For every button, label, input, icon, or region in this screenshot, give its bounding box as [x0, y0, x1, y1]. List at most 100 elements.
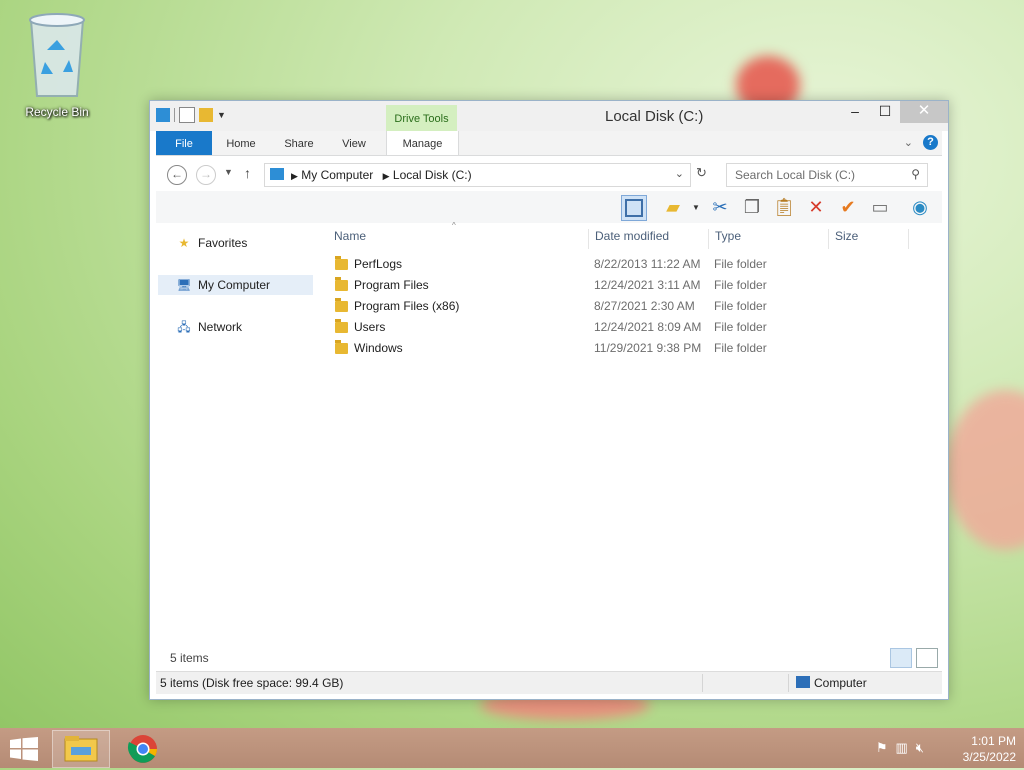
recent-locations-icon[interactable]: ▼ [224, 167, 233, 177]
file-list: ^ Name Date modified Type Size PerfLogs … [330, 221, 942, 643]
qat-divider [174, 108, 175, 122]
tab-home[interactable]: Home [220, 131, 262, 155]
taskbar-chrome[interactable] [114, 730, 172, 768]
delete-icon[interactable]: ✕ [804, 195, 828, 219]
chevron-down-icon[interactable]: ⌄ [904, 136, 913, 149]
items-count: 5 items [170, 651, 209, 665]
cut-icon[interactable]: ✂ [708, 195, 732, 219]
file-date: 8/27/2021 2:30 AM [594, 299, 695, 313]
table-row[interactable]: Windows 11/29/2021 9:38 PM File folder [330, 338, 930, 359]
column-type[interactable]: Type [708, 229, 829, 249]
status-divider [788, 674, 789, 692]
nav-my-computer-label: My Computer [198, 278, 271, 292]
details-view-icon[interactable] [890, 648, 912, 668]
checkmark-icon[interactable]: ✔ [836, 195, 860, 219]
taskbar-file-explorer[interactable] [52, 730, 110, 768]
windows-start-icon[interactable] [10, 737, 38, 761]
search-placeholder: Search Local Disk (C:) [735, 168, 856, 182]
close-button[interactable]: ✕ [900, 101, 948, 123]
globe-icon[interactable]: ◉ [908, 195, 932, 219]
network-status-icon[interactable]: ▥ [896, 740, 908, 756]
copy-icon[interactable]: ❐ [740, 195, 764, 219]
taskbar: ⚑ ▥ 🔇︎ 1:01 PM 3/25/2022 [0, 728, 1024, 768]
title-bar[interactable]: ▼ Drive Tools Local Disk (C:) – ☐ ✕ [150, 101, 948, 131]
file-date: 12/24/2021 8:09 AM [594, 320, 702, 334]
bg-flower-right [946, 390, 1024, 550]
table-row[interactable]: PerfLogs 8/22/2013 11:22 AM File folder [330, 254, 930, 275]
properties-icon[interactable] [179, 107, 195, 123]
dropdown-icon[interactable]: ▼ [692, 203, 700, 212]
recycle-bin-icon [29, 13, 85, 97]
command-toolbar: ▰ ▼ ✂ ❐ 📋︎ ✕ ✔ ▭ ◉ [156, 191, 942, 223]
folder-options-icon[interactable]: ▰ [661, 195, 685, 219]
minimize-button[interactable]: – [840, 101, 870, 123]
tab-view[interactable]: View [334, 131, 374, 155]
column-size[interactable]: Size [828, 229, 909, 249]
column-date-modified[interactable]: Date modified [588, 229, 709, 249]
breadcrumb-my-computer[interactable]: My Computer [301, 168, 373, 182]
paste-icon[interactable]: 📋︎ [772, 195, 796, 219]
breadcrumb-separator-icon[interactable]: ▶ [383, 171, 390, 181]
help-icon[interactable]: ? [923, 135, 938, 150]
nav-favorites-label: Favorites [198, 236, 248, 250]
forward-button[interactable]: → [196, 165, 216, 185]
file-type: File folder [714, 341, 767, 355]
address-dropdown-icon[interactable]: ⌄ [675, 167, 684, 180]
nav-my-computer[interactable]: 🖥︎ My Computer [158, 275, 313, 295]
recycle-bin-label: Recycle Bin [25, 105, 89, 119]
file-date: 8/22/2013 11:22 AM [594, 257, 701, 271]
file-date: 12/24/2021 3:11 AM [594, 278, 701, 292]
column-name[interactable]: Name [330, 229, 588, 249]
recycle-bin-desktop-icon[interactable]: Recycle Bin [14, 6, 100, 119]
nav-network-label: Network [198, 320, 243, 334]
action-center-flag-icon[interactable]: ⚑ [876, 740, 888, 756]
table-row[interactable]: Program Files 12/24/2021 3:11 AM File fo… [330, 275, 930, 296]
search-icon[interactable]: ⚲ [911, 167, 920, 181]
nav-network[interactable]: 🖧︎ Network [158, 317, 313, 337]
nav-favorites[interactable]: ★ Favorites [158, 233, 313, 253]
file-type: File folder [714, 278, 767, 292]
customize-qat-icon[interactable]: ▼ [217, 110, 226, 120]
folder-icon [335, 277, 348, 291]
system-tray: ⚑ ▥ 🔇︎ [876, 740, 924, 756]
navigation-pane: ★ Favorites 🖥︎ My Computer 🖧︎ Network [156, 223, 318, 663]
file-name: Program Files (x86) [354, 299, 460, 313]
tab-file[interactable]: File [156, 131, 212, 155]
file-name: PerfLogs [354, 257, 403, 271]
status-disk-space: 5 items (Disk free space: 99.4 GB) [160, 676, 344, 690]
up-arrow-icon[interactable]: ↑ [244, 165, 251, 181]
search-box[interactable]: Search Local Disk (C:) ⚲ [726, 163, 928, 187]
breadcrumb-separator-icon[interactable]: ▶ [291, 171, 298, 181]
status-location: Computer [814, 676, 867, 690]
table-row[interactable]: Users 12/24/2021 8:09 AM File folder [330, 317, 930, 338]
star-icon: ★ [178, 236, 190, 250]
tab-manage[interactable]: Manage [386, 131, 459, 155]
computer-icon [796, 676, 810, 688]
large-icons-view-icon[interactable] [916, 648, 938, 668]
refresh-icon[interactable]: ↻ [696, 165, 707, 181]
new-folder-icon[interactable] [199, 108, 213, 122]
column-divider [908, 229, 909, 249]
rename-icon[interactable]: ▭ [868, 195, 892, 219]
file-name: Windows [354, 341, 403, 355]
network-icon: 🖧︎ [177, 320, 191, 334]
taskbar-clock[interactable]: 1:01 PM 3/25/2022 [963, 733, 1016, 765]
table-row[interactable]: Program Files (x86) 8/27/2021 2:30 AM Fi… [330, 296, 930, 317]
status-divider [702, 674, 703, 692]
computer-icon: 🖥︎ [176, 278, 192, 292]
address-bar[interactable]: ▶ My Computer ▶ Local Disk (C:) ⌄ [264, 163, 691, 187]
tab-share[interactable]: Share [278, 131, 320, 155]
chrome-icon [127, 735, 157, 763]
back-button[interactable]: ← [167, 165, 187, 185]
clock-date: 3/25/2022 [962, 750, 1016, 764]
maximize-button[interactable]: ☐ [870, 101, 900, 123]
breadcrumb-local-disk[interactable]: Local Disk (C:) [393, 168, 472, 182]
file-date: 11/29/2021 9:38 PM [594, 341, 702, 355]
layout-pane-icon[interactable] [621, 195, 647, 221]
ribbon-tabs: File Home Share View Manage ⌄ ? [156, 131, 942, 156]
drive-tools-label: Drive Tools [386, 105, 457, 131]
folder-icon [335, 256, 348, 270]
file-type: File folder [714, 257, 767, 271]
computer-icon[interactable] [156, 108, 170, 122]
volume-muted-icon[interactable]: 🔇︎ [916, 740, 924, 756]
